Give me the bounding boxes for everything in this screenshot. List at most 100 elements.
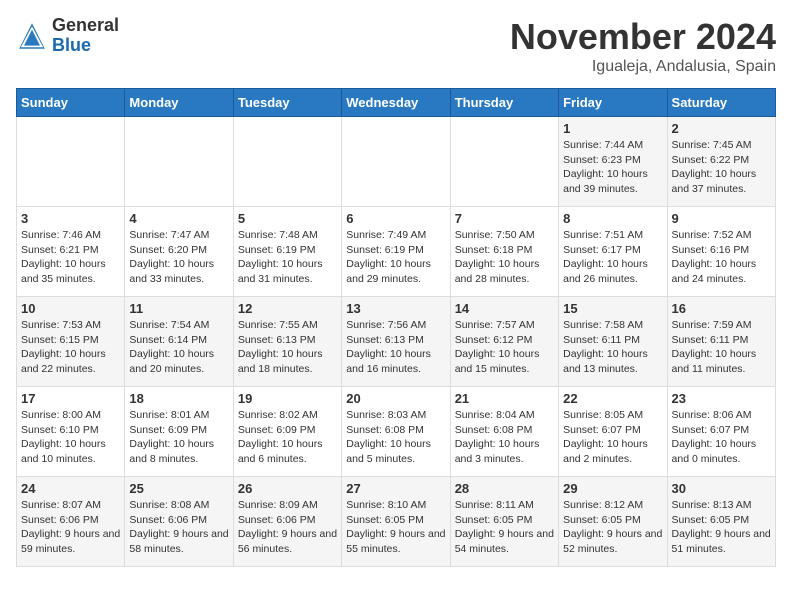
day-number: 9 [672, 211, 771, 226]
day-info: Sunrise: 8:13 AMSunset: 6:05 PMDaylight:… [672, 498, 771, 557]
day-number: 26 [238, 481, 337, 496]
logo: General Blue [16, 16, 119, 56]
day-info: Sunrise: 8:07 AMSunset: 6:06 PMDaylight:… [21, 498, 120, 557]
day-info: Sunrise: 7:47 AMSunset: 6:20 PMDaylight:… [129, 228, 228, 287]
calendar-cell: 15 Sunrise: 7:58 AMSunset: 6:11 PMDayligh… [559, 297, 667, 387]
calendar-header-sunday: Sunday [17, 89, 125, 117]
day-info: Sunrise: 7:56 AMSunset: 6:13 PMDaylight:… [346, 318, 445, 377]
calendar-cell: 21 Sunrise: 8:04 AMSunset: 6:08 PMDayligh… [450, 387, 558, 477]
day-info: Sunrise: 7:44 AMSunset: 6:23 PMDaylight:… [563, 138, 662, 197]
day-info: Sunrise: 7:58 AMSunset: 6:11 PMDaylight:… [563, 318, 662, 377]
page-header: General Blue November 2024 Igualeja, And… [16, 16, 776, 76]
calendar-cell: 16Sunrise: 7:59 AMSunset: 6:11 PMDayligh… [667, 297, 775, 387]
calendar-cell: 11 Sunrise: 7:54 AMSunset: 6:14 PMDayligh… [125, 297, 233, 387]
day-info: Sunrise: 7:49 AMSunset: 6:19 PMDaylight:… [346, 228, 445, 287]
day-info: Sunrise: 8:02 AMSunset: 6:09 PMDaylight:… [238, 408, 337, 467]
calendar-cell: 18 Sunrise: 8:01 AMSunset: 6:09 PMDayligh… [125, 387, 233, 477]
day-number: 19 [238, 391, 337, 406]
calendar-cell: 13Sunrise: 7:56 AMSunset: 6:13 PMDayligh… [342, 297, 450, 387]
calendar-cell: 10 Sunrise: 7:53 AMSunset: 6:15 PMDayligh… [17, 297, 125, 387]
calendar-cell: 29 Sunrise: 8:12 AMSunset: 6:05 PMDayligh… [559, 477, 667, 567]
calendar-cell: 9 Sunrise: 7:52 AMSunset: 6:16 PMDaylight… [667, 207, 775, 297]
calendar-cell [125, 117, 233, 207]
day-info: Sunrise: 8:03 AMSunset: 6:08 PMDaylight:… [346, 408, 445, 467]
calendar-week-1: 1 Sunrise: 7:44 AMSunset: 6:23 PMDaylight… [17, 117, 776, 207]
day-info: Sunrise: 8:06 AMSunset: 6:07 PMDaylight:… [672, 408, 771, 467]
day-info: Sunrise: 8:05 AMSunset: 6:07 PMDaylight:… [563, 408, 662, 467]
location: Igualeja, Andalusia, Spain [510, 58, 776, 76]
day-number: 23 [672, 391, 771, 406]
calendar-cell: 6 Sunrise: 7:49 AMSunset: 6:19 PMDaylight… [342, 207, 450, 297]
day-info: Sunrise: 8:04 AMSunset: 6:08 PMDaylight:… [455, 408, 554, 467]
calendar-header-tuesday: Tuesday [233, 89, 341, 117]
calendar-cell: 2 Sunrise: 7:45 AMSunset: 6:22 PMDaylight… [667, 117, 775, 207]
calendar-cell: 25 Sunrise: 8:08 AMSunset: 6:06 PMDayligh… [125, 477, 233, 567]
day-number: 21 [455, 391, 554, 406]
day-number: 10 [21, 301, 120, 316]
day-number: 12 [238, 301, 337, 316]
calendar-header-friday: Friday [559, 89, 667, 117]
day-number: 28 [455, 481, 554, 496]
day-number: 15 [563, 301, 662, 316]
day-info: Sunrise: 7:51 AMSunset: 6:17 PMDaylight:… [563, 228, 662, 287]
calendar-cell: 3 Sunrise: 7:46 AMSunset: 6:21 PMDaylight… [17, 207, 125, 297]
day-number: 8 [563, 211, 662, 226]
day-number: 25 [129, 481, 228, 496]
day-info: Sunrise: 8:08 AMSunset: 6:06 PMDaylight:… [129, 498, 228, 557]
day-info: Sunrise: 8:01 AMSunset: 6:09 PMDaylight:… [129, 408, 228, 467]
month-year: November 2024 [510, 16, 776, 58]
title-section: November 2024 Igualeja, Andalusia, Spain [510, 16, 776, 76]
day-info: Sunrise: 7:52 AMSunset: 6:16 PMDaylight:… [672, 228, 771, 287]
day-number: 29 [563, 481, 662, 496]
day-info: Sunrise: 7:55 AMSunset: 6:13 PMDaylight:… [238, 318, 337, 377]
calendar-cell: 4 Sunrise: 7:47 AMSunset: 6:20 PMDaylight… [125, 207, 233, 297]
day-info: Sunrise: 7:53 AMSunset: 6:15 PMDaylight:… [21, 318, 120, 377]
calendar-header-wednesday: Wednesday [342, 89, 450, 117]
day-number: 6 [346, 211, 445, 226]
day-info: Sunrise: 7:45 AMSunset: 6:22 PMDaylight:… [672, 138, 771, 197]
day-info: Sunrise: 7:54 AMSunset: 6:14 PMDaylight:… [129, 318, 228, 377]
logo-general-text: General [52, 16, 119, 36]
day-number: 18 [129, 391, 228, 406]
calendar-cell: 14 Sunrise: 7:57 AMSunset: 6:12 PMDayligh… [450, 297, 558, 387]
day-number: 4 [129, 211, 228, 226]
calendar-cell: 26 Sunrise: 8:09 AMSunset: 6:06 PMDayligh… [233, 477, 341, 567]
day-info: Sunrise: 8:09 AMSunset: 6:06 PMDaylight:… [238, 498, 337, 557]
calendar-week-2: 3 Sunrise: 7:46 AMSunset: 6:21 PMDaylight… [17, 207, 776, 297]
day-number: 16 [672, 301, 771, 316]
day-info: Sunrise: 8:12 AMSunset: 6:05 PMDaylight:… [563, 498, 662, 557]
calendar-cell: 19 Sunrise: 8:02 AMSunset: 6:09 PMDayligh… [233, 387, 341, 477]
day-info: Sunrise: 7:48 AMSunset: 6:19 PMDaylight:… [238, 228, 337, 287]
calendar-cell [450, 117, 558, 207]
day-number: 22 [563, 391, 662, 406]
calendar-cell: 7 Sunrise: 7:50 AMSunset: 6:18 PMDaylight… [450, 207, 558, 297]
calendar-cell: 23 Sunrise: 8:06 AMSunset: 6:07 PMDayligh… [667, 387, 775, 477]
calendar-header-thursday: Thursday [450, 89, 558, 117]
calendar-cell: 1 Sunrise: 7:44 AMSunset: 6:23 PMDaylight… [559, 117, 667, 207]
day-number: 14 [455, 301, 554, 316]
day-number: 1 [563, 121, 662, 136]
day-number: 11 [129, 301, 228, 316]
logo-icon [16, 20, 48, 52]
calendar-cell [342, 117, 450, 207]
calendar-cell [17, 117, 125, 207]
calendar-week-4: 17Sunrise: 8:00 AMSunset: 6:10 PMDayligh… [17, 387, 776, 477]
day-number: 7 [455, 211, 554, 226]
calendar-cell: 20Sunrise: 8:03 AMSunset: 6:08 PMDayligh… [342, 387, 450, 477]
day-number: 3 [21, 211, 120, 226]
calendar-cell [233, 117, 341, 207]
logo-blue-text: Blue [52, 36, 119, 56]
day-info: Sunrise: 8:11 AMSunset: 6:05 PMDaylight:… [455, 498, 554, 557]
day-number: 30 [672, 481, 771, 496]
day-number: 24 [21, 481, 120, 496]
day-info: Sunrise: 8:10 AMSunset: 6:05 PMDaylight:… [346, 498, 445, 557]
calendar-table: SundayMondayTuesdayWednesdayThursdayFrid… [16, 88, 776, 567]
day-info: Sunrise: 7:57 AMSunset: 6:12 PMDaylight:… [455, 318, 554, 377]
day-number: 2 [672, 121, 771, 136]
calendar-cell: 12 Sunrise: 7:55 AMSunset: 6:13 PMDayligh… [233, 297, 341, 387]
calendar-cell: 27Sunrise: 8:10 AMSunset: 6:05 PMDayligh… [342, 477, 450, 567]
day-info: Sunrise: 7:46 AMSunset: 6:21 PMDaylight:… [21, 228, 120, 287]
day-info: Sunrise: 7:50 AMSunset: 6:18 PMDaylight:… [455, 228, 554, 287]
calendar-cell: 28 Sunrise: 8:11 AMSunset: 6:05 PMDayligh… [450, 477, 558, 567]
calendar-header-monday: Monday [125, 89, 233, 117]
